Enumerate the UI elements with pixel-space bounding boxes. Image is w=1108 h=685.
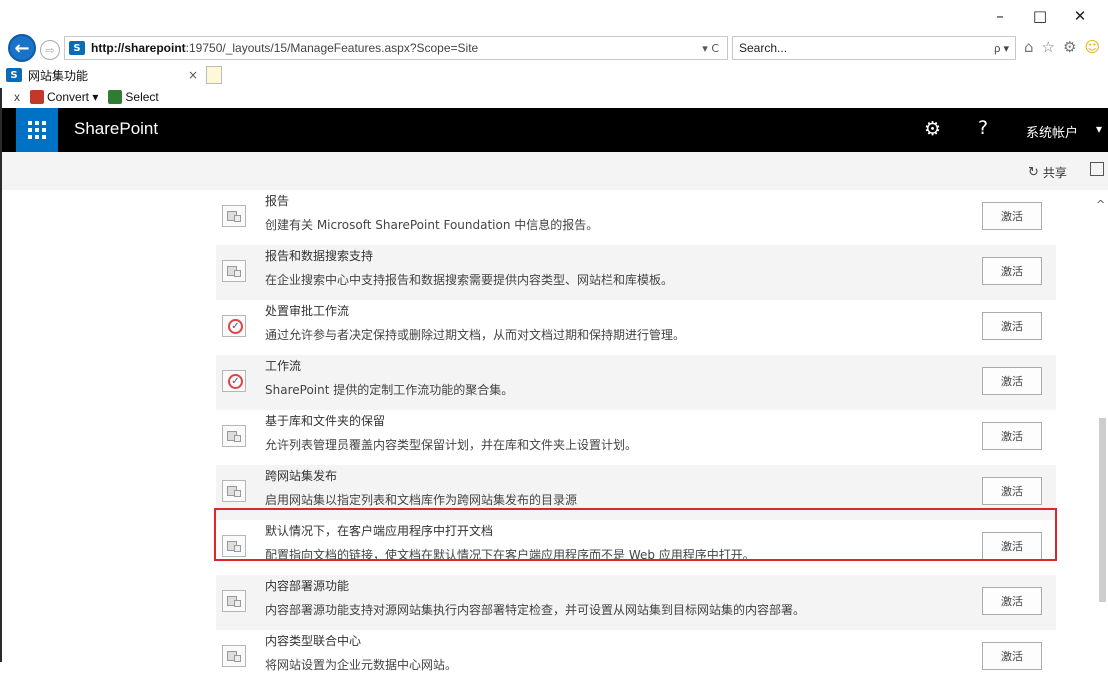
activate-button[interactable]: 激活 [982, 312, 1042, 340]
search-input[interactable]: Search... ρ ▾ [732, 36, 1016, 60]
share-label: 共享 [1042, 166, 1067, 180]
feature-row: 跨网站集发布启用网站集以指定列表和文档库作为跨网站集发布的目录源 激活 [216, 465, 1056, 520]
tab-title: 网站集功能 [28, 68, 89, 83]
app-launcher-button[interactable] [16, 108, 58, 152]
activate-button[interactable]: 激活 [982, 257, 1042, 285]
focus-content-icon[interactable] [1090, 162, 1104, 176]
select-button[interactable]: Select [125, 90, 158, 104]
address-url[interactable]: http://sharepoint:19750/_layouts/15/Mana… [91, 41, 478, 55]
command-bar-close-icon[interactable]: x [14, 90, 20, 104]
address-bar[interactable]: S http://sharepoint:19750/_layouts/15/Ma… [64, 36, 728, 60]
activate-button[interactable]: 激活 [982, 587, 1042, 615]
workflow-feature-icon: ✓ [222, 315, 246, 337]
waffle-icon [28, 121, 46, 139]
feature-row: ✓ 工作流 SharePoint 提供的定制工作流功能的聚合集。 激活 [216, 355, 1056, 410]
suite-bar: SharePoint ⚙ ? 系统帐户 ▾ [2, 108, 1108, 152]
smiley-icon[interactable]: ☺ [1084, 38, 1100, 56]
select-icon [108, 90, 123, 104]
feature-description: 允许列表管理员覆盖内容类型保留计划，并在库和文件夹上设置计划。 [265, 438, 638, 452]
sharepoint-favicon-icon: S [6, 68, 22, 82]
activate-button[interactable]: 激活 [982, 422, 1042, 450]
browser-toolbar-icons: ⌂ ☆ ⚙ ☺ [1024, 38, 1100, 56]
feature-icon [222, 260, 246, 282]
feature-title: 报告 [265, 194, 290, 208]
chevron-down-icon[interactable]: ▾ [89, 90, 98, 104]
convert-icon [30, 90, 44, 104]
activate-button[interactable]: 激活 [982, 642, 1042, 670]
maximize-button[interactable]: □ [1020, 4, 1060, 28]
feature-title: 工作流 [265, 359, 302, 373]
feature-title: 处置审批工作流 [265, 304, 350, 318]
workflow-feature-icon: ✓ [222, 370, 246, 392]
user-menu-chevron-icon[interactable]: ▾ [1096, 122, 1102, 136]
activate-button[interactable]: 激活 [982, 367, 1042, 395]
refresh-icon[interactable]: ▾ C [702, 42, 719, 55]
minimize-button[interactable]: – [980, 4, 1020, 28]
brand-title[interactable]: SharePoint [74, 119, 158, 139]
feature-row: 报告和数据搜索支持在企业搜索中心中支持报告和数据搜索需要提供内容类型、网站栏和库… [216, 245, 1056, 300]
feature-row: 内容部署源功能内容部署源功能支持对源网站集执行内容部署特定检查，并可设置从网站集… [216, 575, 1056, 630]
user-menu[interactable]: 系统帐户 [1026, 122, 1078, 141]
home-icon[interactable]: ⌂ [1024, 38, 1034, 56]
scrollbar-thumb[interactable] [1099, 418, 1106, 602]
feature-row: 基于库和文件夹的保留允许列表管理员覆盖内容类型保留计划，并在库和文件夹上设置计划… [216, 410, 1056, 465]
feature-description: 启用网站集以指定列表和文档库作为跨网站集发布的目录源 [265, 493, 578, 507]
navigation-bar: ← ⇨ S http://sharepoint:19750/_layouts/1… [8, 32, 1108, 62]
feature-icon [222, 425, 246, 447]
back-button[interactable]: ← [8, 34, 36, 62]
feature-description: 通过允许参与者决定保持或删除过期文档，从而对文档过期和保持期进行管理。 [265, 328, 686, 342]
share-icon: ↻ [1028, 165, 1039, 180]
feature-description: 将网站设置为企业元数据中心网站。 [265, 658, 458, 672]
feature-title: 内容部署源功能 [265, 579, 350, 593]
activate-button[interactable]: 激活 [982, 202, 1042, 230]
feature-list: 报告创建有关 Microsoft SharePoint Foundation 中… [216, 190, 1056, 685]
feature-row: 内容类型联合中心将网站设置为企业元数据中心网站。 激活 [216, 630, 1056, 685]
feature-description: 配置指向文档的链接，使文档在默认情况下在客户端应用程序而不是 Web 应用程序中… [265, 548, 755, 562]
feature-row: ✓ 处置审批工作流通过允许参与者决定保持或删除过期文档，从而对文档过期和保持期进行… [216, 300, 1056, 355]
settings-gear-icon[interactable]: ⚙ [924, 118, 941, 140]
command-bar: x Convert ▾ Select [0, 86, 1108, 108]
activate-button[interactable]: 激活 [982, 532, 1042, 560]
feature-description: 创建有关 Microsoft SharePoint Foundation 中信息… [265, 218, 599, 232]
scroll-up-arrow-icon[interactable]: ^ [1096, 198, 1105, 211]
feature-row: 报告创建有关 Microsoft SharePoint Foundation 中… [216, 190, 1056, 245]
convert-button[interactable]: Convert [47, 90, 89, 104]
back-arrow-icon: ← [14, 37, 30, 59]
feature-title: 默认情况下，在客户端应用程序中打开文档 [265, 524, 494, 538]
feature-description: 在企业搜索中心中支持报告和数据搜索需要提供内容类型、网站栏和库模板。 [265, 273, 674, 287]
ribbon-bar: ↻ 共享 [2, 152, 1108, 190]
feature-description: 内容部署源功能支持对源网站集执行内容部署特定检查，并可设置从网站集到目标网站集的… [265, 603, 806, 617]
browser-titlebar: – □ ✕ ← ⇨ S http://sharepoint:19750/_lay… [0, 0, 1108, 64]
help-icon[interactable]: ? [978, 117, 988, 139]
feature-icon [222, 480, 246, 502]
feature-description: SharePoint 提供的定制工作流功能的聚合集。 [265, 383, 514, 397]
feature-title: 报告和数据搜索支持 [265, 249, 374, 263]
tab-site-features[interactable]: S 网站集功能 × [6, 64, 202, 86]
tab-close-icon[interactable]: × [188, 68, 198, 82]
forward-arrow-icon: ⇨ [45, 43, 55, 57]
feature-title: 内容类型联合中心 [265, 634, 362, 648]
new-tab-button[interactable] [206, 66, 222, 84]
share-button[interactable]: ↻ 共享 [1028, 164, 1067, 181]
sharepoint-favicon-icon: S [69, 41, 85, 55]
tab-strip: S 网站集功能 × [0, 62, 1108, 88]
feature-icon [222, 205, 246, 227]
search-icon[interactable]: ρ ▾ [994, 42, 1009, 55]
search-input-value: Search... [739, 41, 788, 55]
feature-icon [222, 645, 246, 667]
close-window-button[interactable]: ✕ [1060, 4, 1100, 28]
star-icon[interactable]: ☆ [1042, 38, 1055, 56]
feature-title: 跨网站集发布 [265, 469, 338, 483]
feature-icon [222, 590, 246, 612]
feature-icon [222, 535, 246, 557]
feature-title: 基于库和文件夹的保留 [265, 414, 386, 428]
activate-button[interactable]: 激活 [982, 477, 1042, 505]
gear-icon[interactable]: ⚙ [1063, 38, 1076, 56]
window-controls: – □ ✕ [980, 4, 1100, 28]
forward-button[interactable]: ⇨ [40, 40, 60, 60]
feature-row: 默认情况下，在客户端应用程序中打开文档配置指向文档的链接，使文档在默认情况下在客… [216, 520, 1056, 575]
